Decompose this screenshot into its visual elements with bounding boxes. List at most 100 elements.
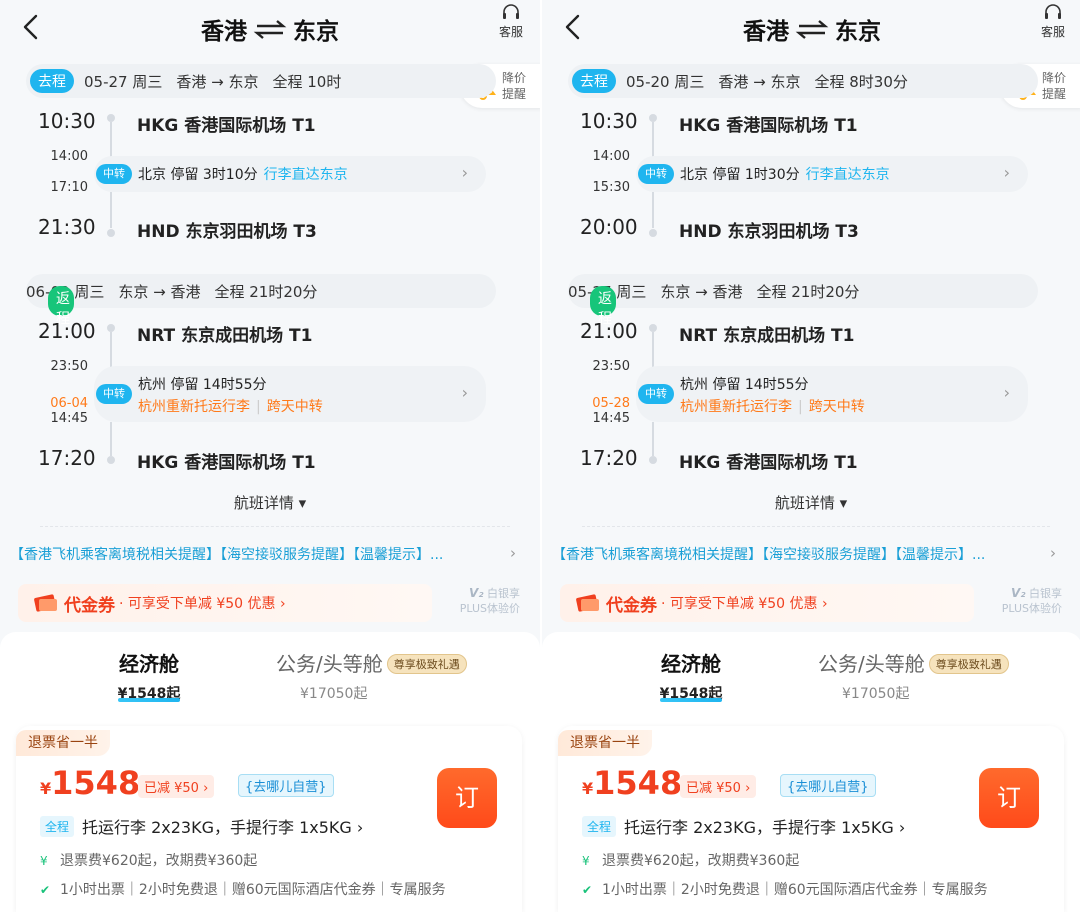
- outbound-tag: 去程: [30, 69, 74, 93]
- economy-label: 经济舱: [661, 652, 721, 676]
- inbound-next-day-date: 06-04: [50, 396, 88, 411]
- refund-fee-info: ¥ 退票费¥620起，改期费¥360起: [582, 850, 799, 870]
- overnight-transfer-warning: 跨天中转: [808, 399, 865, 415]
- inbound-transfer-arrival-time: 23:50: [592, 359, 630, 374]
- inbound-arrival-airport: HKG 香港国际机场 T1: [137, 453, 316, 473]
- price-alert-label-2: 提醒: [502, 87, 527, 101]
- outbound-departure-airport: HKG 香港国际机场 T1: [679, 116, 858, 136]
- timeline-line: [110, 192, 112, 228]
- inbound-transfer-row[interactable]: 中转 杭州 停留 14时55分 杭州重新托运行李 | 跨天中转 ›: [94, 366, 486, 422]
- currency-symbol: ¥: [40, 779, 52, 798]
- plus-member-badge: V₂ 白银享 PLUS体验价: [982, 586, 1062, 616]
- tab-business-first[interactable]: 公务/头等舱 尊享极致礼遇 ¥17050起: [818, 648, 1050, 703]
- coupon-description: · 可享受下单减 ¥50 优惠 ›: [661, 596, 828, 612]
- outbound-transfer-departure-time: 17:10: [50, 180, 88, 195]
- refund-fee-text: 退票费¥620起，改期费¥360起: [60, 853, 258, 869]
- recheck-luggage-warning: 杭州重新托运行李: [680, 399, 792, 415]
- chevron-right-icon: ›: [1003, 383, 1010, 402]
- whole-trip-tag: 全程: [40, 816, 75, 837]
- book-button[interactable]: 订: [979, 768, 1039, 828]
- inbound-duration: 全程 21时20分: [756, 282, 860, 301]
- refund-half-badge: 退票省一半: [16, 730, 110, 756]
- chevron-right-icon: ›: [461, 163, 468, 182]
- vip-tag: 尊享极致礼遇: [928, 654, 1009, 674]
- chevron-right-icon[interactable]: ›: [510, 544, 516, 562]
- outbound-departure-airport: HKG 香港国际机场 T1: [137, 116, 316, 136]
- outbound-route: 香港 → 东京: [718, 72, 801, 91]
- coupon-banner[interactable]: 代金券 · 可享受下单减 ¥50 优惠 ›: [560, 584, 974, 622]
- inbound-header: 返程 05-27 周三 东京 → 香港 全程 21时20分: [568, 274, 1038, 327]
- inbound-arrival-time: 17:20: [38, 446, 96, 470]
- overnight-transfer-warning: 跨天中转: [266, 399, 323, 415]
- timeline-line: [652, 192, 654, 228]
- inbound-tag: 返程: [590, 286, 616, 327]
- refund-fee-text: 退票费¥620起，改期费¥360起: [602, 853, 800, 869]
- price-amount: 1548: [593, 764, 683, 802]
- plus-member-badge: V₂ 白银享 PLUS体验价: [440, 586, 520, 616]
- fare-price: ¥1548: [582, 764, 682, 802]
- transfer-stay: 停留 3时10分: [170, 167, 258, 183]
- outbound-date: 05-20 周三: [626, 72, 705, 91]
- yen-icon: ¥: [582, 854, 590, 868]
- headset-icon: [1045, 4, 1061, 19]
- header-bar: 香港 东京 客服: [0, 0, 540, 60]
- service-text: 1小时出票｜2小时免费退｜赠60元国际酒店代金券｜专属服务: [602, 882, 988, 898]
- timeline-line: [110, 122, 112, 158]
- coupon-title: 代金券: [64, 595, 115, 616]
- outbound-transfer-departure-time: 15:30: [592, 180, 630, 195]
- inbound-arrival-airport: HKG 香港国际机场 T1: [679, 453, 858, 473]
- header-bar: 香港 东京 客服: [542, 0, 1080, 60]
- notice-links[interactable]: 【香港飞机乘客离境税相关提醒】【海空接驳服务提醒】【温馨提示】...: [552, 544, 1070, 564]
- outbound-route: 香港 → 东京: [176, 72, 259, 91]
- timeline-dot: [107, 114, 115, 122]
- coupon-icon: [576, 594, 599, 612]
- outbound-arrival-airport: HND 东京羽田机场 T3: [679, 222, 859, 242]
- tab-economy[interactable]: 经济舱 ¥1548起: [106, 648, 192, 703]
- refund-half-badge: 退票省一半: [558, 730, 652, 756]
- coupon-banner[interactable]: 代金券 · 可享受下单减 ¥50 优惠 ›: [18, 584, 432, 622]
- outbound-header: 去程 05-27 周三 香港 → 东京 全程 10时: [26, 64, 496, 98]
- book-button[interactable]: 订: [437, 768, 497, 828]
- outbound-duration: 全程 8时30分: [814, 72, 908, 91]
- divider: [582, 526, 1050, 527]
- customer-service-button[interactable]: 客服: [1038, 4, 1068, 40]
- outbound-transfer-row[interactable]: 中转 北京 停留 1时30分 行李直达东京 ›: [636, 156, 1028, 192]
- timeline-dot: [107, 324, 115, 332]
- notice-links[interactable]: 【香港飞机乘客离境税相关提醒】【海空接驳服务提醒】【温馨提示】...: [10, 544, 530, 564]
- tab-business-first[interactable]: 公务/头等舱 尊享极致礼遇 ¥17050起: [276, 648, 508, 703]
- flight-details-toggle[interactable]: 航班详情 ▾: [0, 492, 540, 513]
- outbound-transfer-info: 北京 停留 3时10分 行李直达东京: [138, 164, 348, 184]
- tab-economy[interactable]: 经济舱 ¥1548起: [648, 648, 734, 703]
- customer-service-label: 客服: [498, 25, 523, 39]
- service-info: ✔ 1小时出票｜2小时免费退｜赠60元国际酒店代金券｜专属服务: [582, 879, 988, 899]
- plus-line-2: PLUS体验价: [459, 602, 520, 615]
- refund-fee-info: ¥ 退票费¥620起，改期费¥360起: [40, 850, 257, 870]
- timeline-line: [652, 332, 654, 368]
- timeline-line: [110, 332, 112, 368]
- coupon-icon: [34, 594, 57, 612]
- inbound-transfer-row[interactable]: 中转 杭州 停留 14时55分 杭州重新托运行李 | 跨天中转 ›: [636, 366, 1028, 422]
- luggage-info[interactable]: 全程 托运行李 2x23KG，手提行李 1x5KG ›: [582, 814, 905, 838]
- chevron-right-icon[interactable]: ›: [1050, 544, 1056, 562]
- discount-tag[interactable]: 已减 ¥50 ›: [680, 775, 757, 798]
- recheck-luggage-warning: 杭州重新托运行李: [138, 399, 250, 415]
- inbound-departure-time: 21:00: [580, 319, 638, 343]
- transfer-stay: 停留 1时30分: [712, 167, 800, 183]
- customer-service-button[interactable]: 客服: [496, 4, 526, 40]
- flight-panel-2: 香港 东京 客服 降价 提醒 去程 05-20 周三 香港 → 东京 全程 8时3…: [540, 0, 1080, 912]
- timeline-dot: [649, 229, 657, 237]
- service-info: ✔ 1小时出票｜2小时免费退｜赠60元国际酒店代金券｜专属服务: [40, 879, 446, 899]
- transfer-badge: 中转: [96, 164, 132, 184]
- self-operated-tag: {去哪儿自营}: [238, 774, 334, 797]
- transfer-stay: 停留 14时55分: [712, 377, 809, 393]
- luggage-text: 托运行李 2x23KG，手提行李 1x5KG ›: [82, 818, 364, 837]
- flight-details-toggle[interactable]: 航班详情 ▾: [542, 492, 1080, 513]
- discount-tag[interactable]: 已减 ¥50 ›: [138, 775, 215, 798]
- luggage-info[interactable]: 全程 托运行李 2x23KG，手提行李 1x5KG ›: [40, 814, 363, 838]
- inbound-transfer-warnings: 杭州重新托运行李 | 跨天中转: [138, 399, 323, 415]
- inbound-route: 东京 → 香港: [660, 282, 743, 301]
- outbound-transfer-row[interactable]: 中转 北京 停留 3时10分 行李直达东京 ›: [94, 156, 486, 192]
- origin-city: 香港: [201, 19, 247, 45]
- round-trip-arrows-icon: [253, 20, 287, 39]
- yen-icon: ¥: [40, 854, 48, 868]
